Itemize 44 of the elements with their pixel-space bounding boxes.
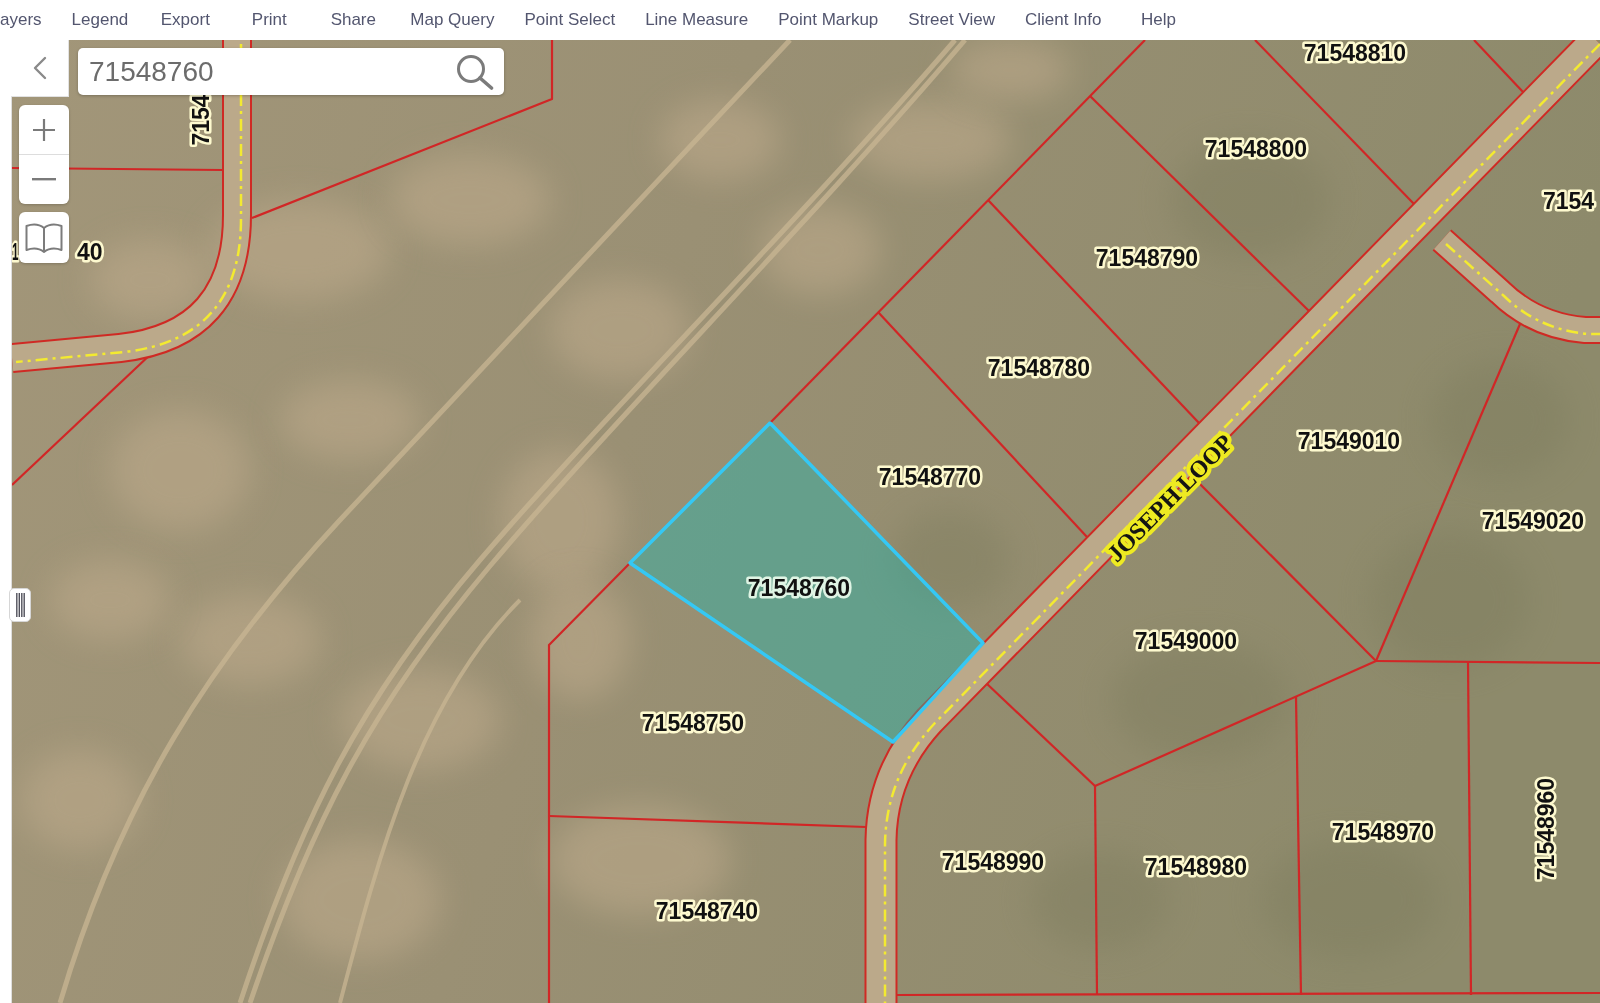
minus-icon xyxy=(32,178,56,181)
zoom-out-button[interactable] xyxy=(19,155,69,204)
grip-icon xyxy=(15,593,25,617)
parcel-number-label: 7154 xyxy=(188,94,214,146)
parcel-number-label: 71548780 xyxy=(987,355,1091,381)
book-button[interactable] xyxy=(19,212,69,263)
parcel-number-label: 71549000 xyxy=(1134,628,1238,654)
search-icon[interactable] xyxy=(456,53,494,90)
chevron-left-icon xyxy=(32,56,47,80)
menu-item[interactable]: ayers xyxy=(0,10,57,30)
parcel-number-label: 71548980 xyxy=(1144,854,1248,880)
menu-item[interactable]: Help xyxy=(1116,10,1201,30)
book-icon xyxy=(25,221,63,254)
search-field[interactable]: 71548760 xyxy=(78,48,504,95)
plus-icon xyxy=(32,117,56,142)
selected-parcel[interactable] xyxy=(628,421,985,744)
menu-item[interactable]: Export xyxy=(143,10,228,30)
parcel-number-label: 71548740 xyxy=(655,898,759,924)
menu-item[interactable]: Share xyxy=(311,10,396,30)
menu-item[interactable]: Legend xyxy=(56,10,144,30)
parcel-number-label: 71548990 xyxy=(941,849,1045,875)
menu-item[interactable]: Map Query xyxy=(395,10,510,30)
parcel-number-label: 71548760 xyxy=(747,575,851,601)
menu-item[interactable]: Line Measure xyxy=(630,10,764,30)
menu-item[interactable]: Point Select xyxy=(509,10,631,30)
menu-item[interactable]: Client Info xyxy=(1009,10,1117,30)
menu-item[interactable]: Print xyxy=(227,10,312,30)
parcel-number-label: 71549010 xyxy=(1297,428,1401,454)
parcel-number-label: 7154 xyxy=(1543,188,1595,214)
parcel-boundary-line xyxy=(1473,40,1524,93)
parcel-number-label: 71548970 xyxy=(1331,819,1435,845)
parcel-number-label: 71548750 xyxy=(641,710,745,736)
parcel-number-label: 71548790 xyxy=(1095,245,1199,271)
parcel-number-label: 71548770 xyxy=(878,464,982,490)
parcel-number-label: 71548960 xyxy=(1533,777,1559,881)
parcel-number-label: 40 xyxy=(77,239,103,265)
parcel-number-label: 1 xyxy=(12,239,25,265)
menu-item[interactable]: Street View xyxy=(893,10,1010,30)
parcel-number-label: 71548810 xyxy=(1303,40,1407,66)
zoom-in-button[interactable] xyxy=(19,105,69,155)
parcel-number-label: 71548800 xyxy=(1204,136,1308,162)
parcel-number-label: 71549020 xyxy=(1481,508,1585,534)
drawer-handle[interactable] xyxy=(9,588,31,622)
menu-item[interactable]: Point Markup xyxy=(763,10,894,30)
